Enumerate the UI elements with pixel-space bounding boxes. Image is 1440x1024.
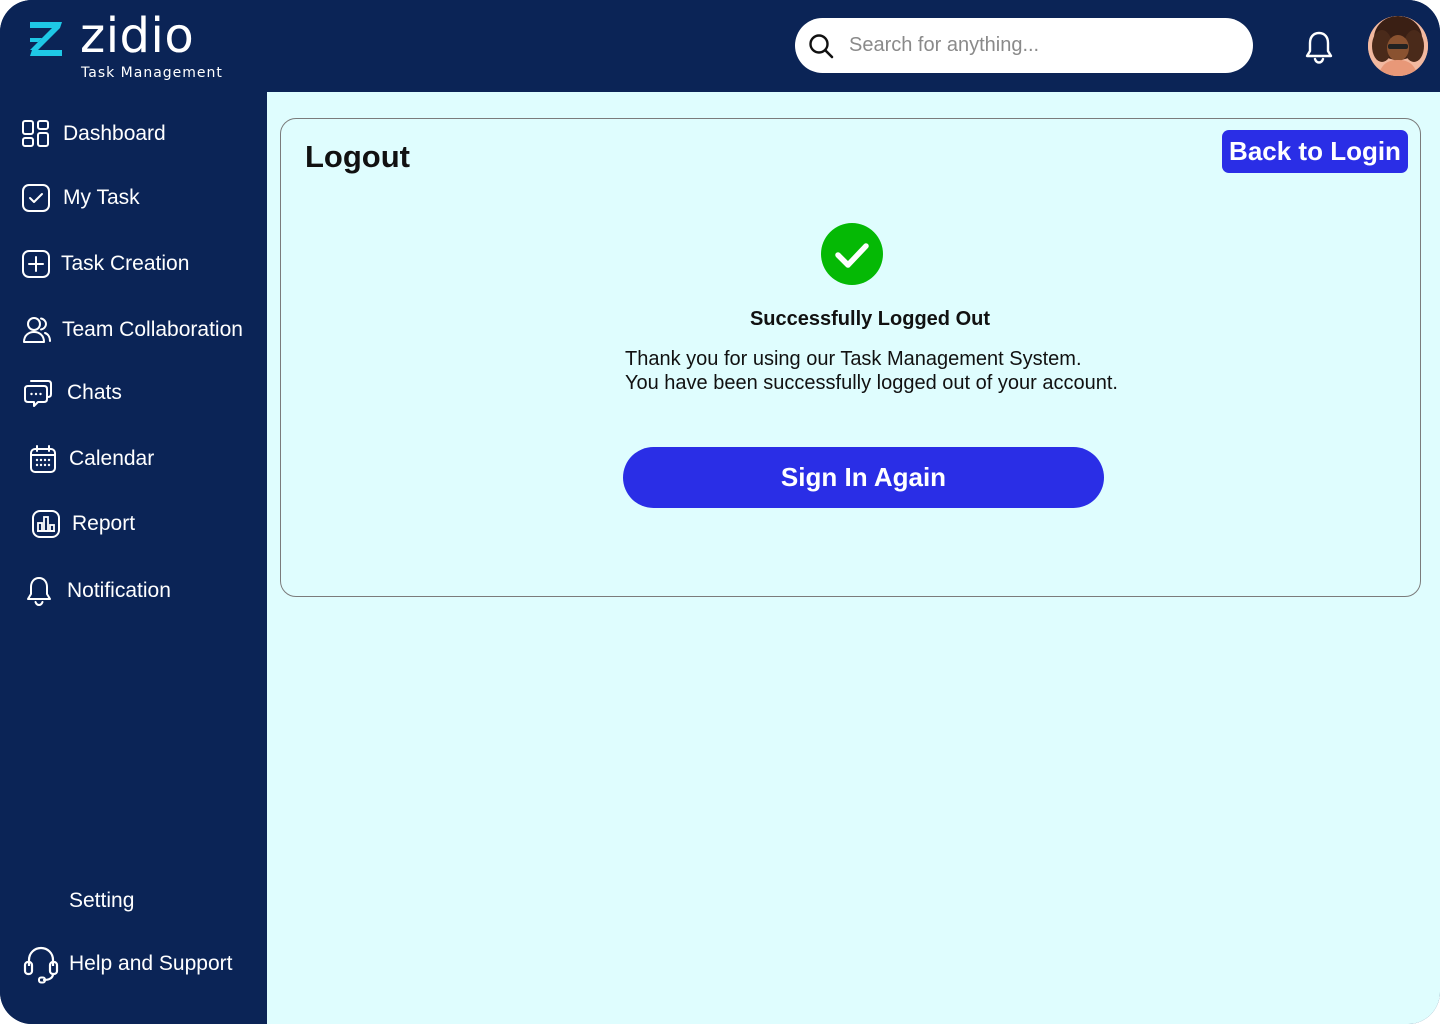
sidebar-item-label: Setting — [69, 889, 135, 912]
chat-icon — [24, 380, 52, 407]
sidebar-item-label: Calendar — [69, 447, 155, 470]
sidebar-item-label: Task Creation — [61, 252, 190, 275]
zidio-logo-mark-icon — [30, 22, 62, 56]
calendar-icon — [30, 445, 56, 473]
logout-card: Logout Back to Login Successfully Logged… — [280, 118, 1421, 597]
sidebar-item-chats[interactable]: Chats — [0, 371, 267, 415]
sidebar-item-team-collaboration[interactable]: Team Collaboration — [0, 308, 267, 352]
user-avatar[interactable] — [1368, 16, 1428, 76]
sidebar-item-label: Chats — [67, 381, 122, 404]
success-title: Successfully Logged Out — [749, 308, 991, 330]
sidebar-item-label: Help and Support — [69, 952, 233, 975]
sidebar-item-my-task[interactable]: My Task — [0, 176, 267, 220]
zidio-logo[interactable]: zidio Task Management — [26, 8, 236, 84]
notification-bell-icon[interactable] — [1302, 29, 1336, 65]
headset-icon — [23, 946, 59, 984]
sidebar-item-calendar[interactable]: Calendar — [0, 437, 267, 481]
search-bar[interactable] — [795, 18, 1253, 73]
sidebar-item-dashboard[interactable]: Dashboard — [0, 112, 267, 156]
page-title: Logout — [305, 139, 411, 174]
sidebar-item-label: Dashboard — [63, 122, 166, 145]
sidebar-item-task-creation[interactable]: Task Creation — [0, 242, 267, 286]
sidebar: Dashboard My Task Task Creation Team Col… — [0, 92, 267, 1024]
bell-icon — [27, 577, 51, 607]
checkbox-icon — [22, 184, 50, 212]
sidebar-item-help-support[interactable]: Help and Support — [0, 942, 267, 986]
sign-in-again-button[interactable]: Sign In Again — [623, 447, 1104, 508]
sidebar-item-label: Notification — [67, 579, 171, 602]
brand-name: zidio — [80, 8, 195, 64]
search-icon — [809, 34, 834, 59]
sidebar-item-label: Report — [72, 512, 136, 535]
report-chart-icon — [32, 510, 60, 538]
back-to-login-button[interactable]: Back to Login — [1222, 130, 1408, 173]
search-input[interactable] — [849, 28, 1239, 63]
app-window: zidio Task Management Search for anythin… — [0, 0, 1440, 1024]
sidebar-item-report[interactable]: Report — [0, 502, 267, 546]
dashboard-grid-icon — [22, 120, 49, 147]
sidebar-item-label: Team Collaboration — [62, 318, 243, 341]
success-check-icon — [821, 223, 883, 285]
avatar-image — [1368, 16, 1428, 76]
sidebar-item-label: My Task — [63, 186, 140, 209]
top-header: zidio Task Management — [0, 0, 1440, 92]
sidebar-item-notification[interactable]: Notification — [0, 569, 267, 613]
brand-tagline: Task Management — [81, 65, 223, 81]
logout-message-line1: Thank you for using our Task Management … — [625, 348, 1082, 370]
main-content: Logout Back to Login Successfully Logged… — [267, 92, 1440, 1024]
sidebar-item-setting[interactable]: Setting — [0, 879, 267, 923]
users-icon — [23, 317, 51, 343]
plus-square-icon — [22, 250, 50, 278]
logout-message-line2: You have been successfully logged out of… — [625, 372, 1118, 394]
